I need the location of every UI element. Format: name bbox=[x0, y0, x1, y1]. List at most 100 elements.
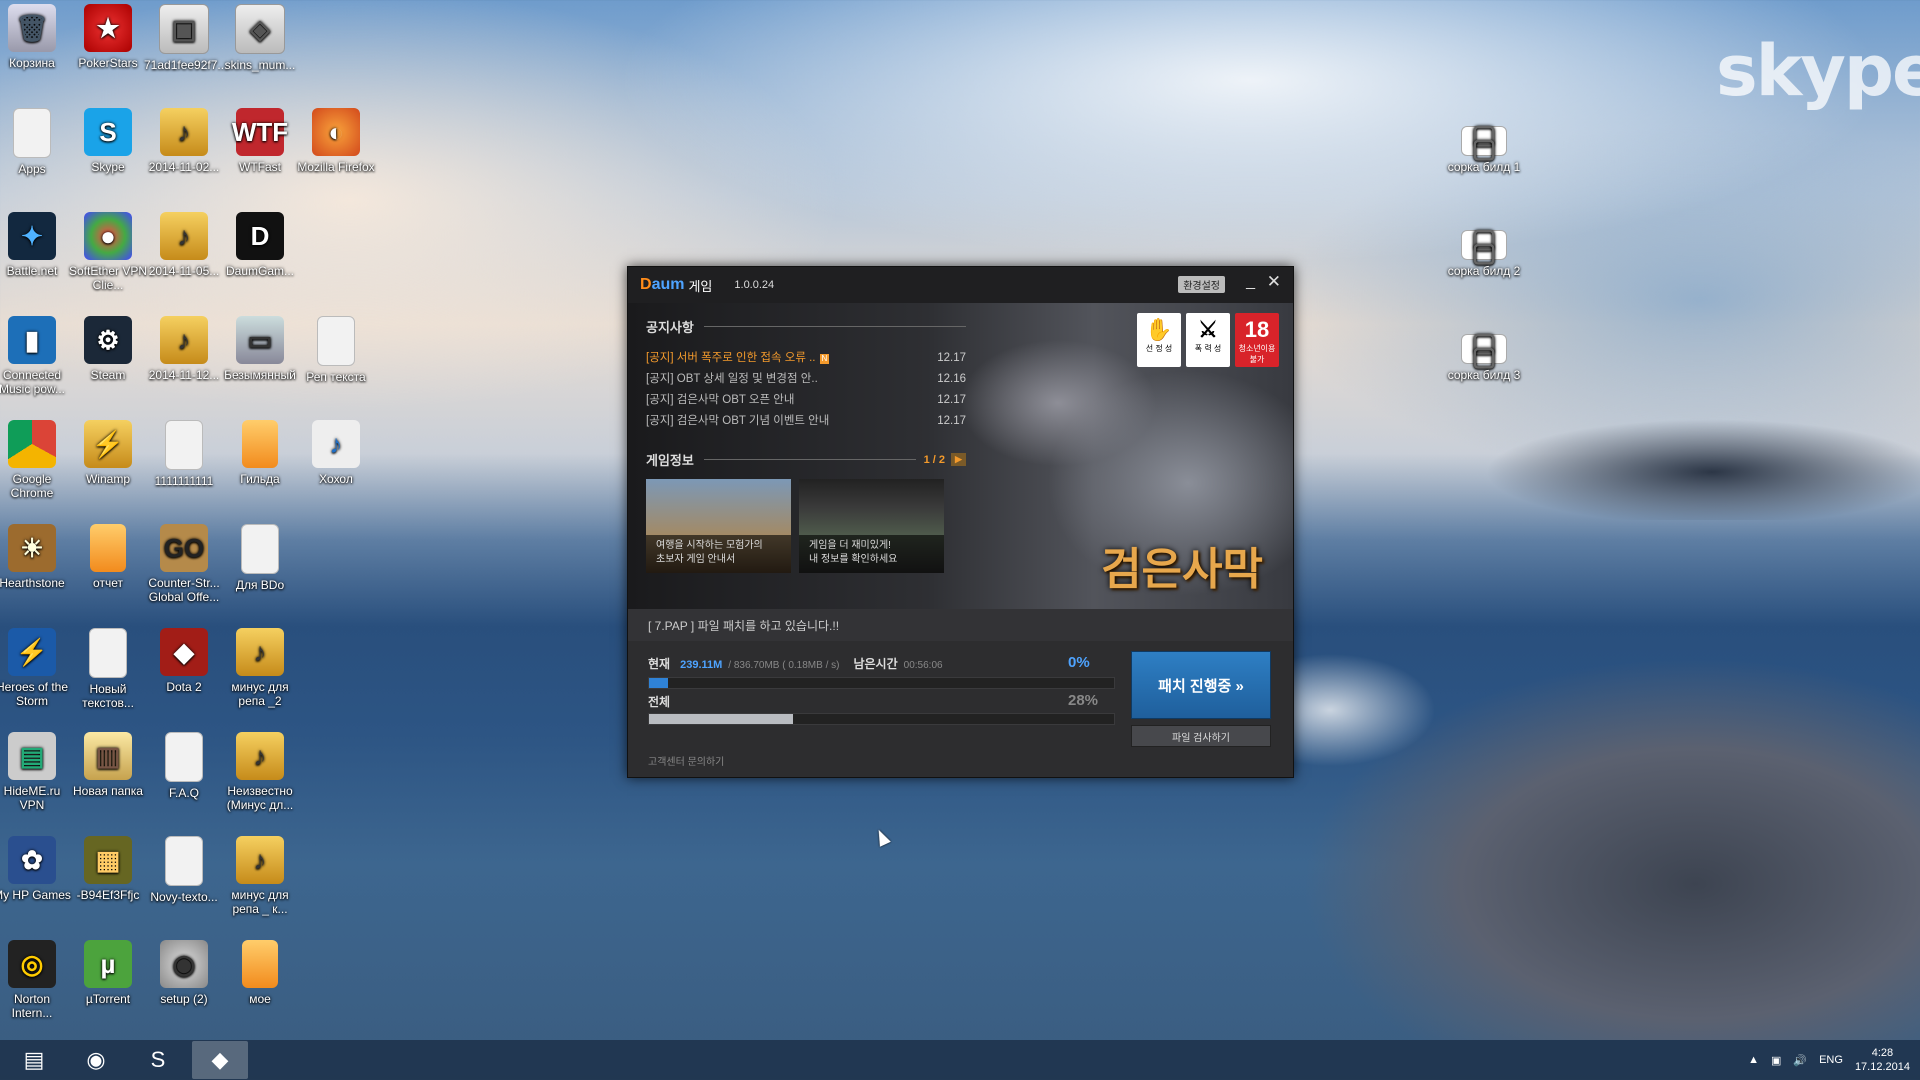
notice-item[interactable]: [공지] 검은사막 OBT 오픈 안내 12.17 bbox=[646, 390, 966, 411]
desktop-icon[interactable]: ✦ Battle.net bbox=[0, 212, 72, 278]
page-indicator: 1 / 2 bbox=[923, 453, 945, 466]
chrome-taskbar-icon[interactable]: ◉ bbox=[68, 1041, 124, 1079]
my-info-thumbnail[interactable]: 게임을 더 재미있게! 내 정보를 확인하세요 bbox=[799, 479, 944, 573]
desktop-icon[interactable]: ♪ 2014-11-12... bbox=[144, 316, 224, 382]
skype-icon: S bbox=[84, 108, 132, 156]
desktop-icon[interactable]: ♪ минус для репа _ к... bbox=[220, 836, 300, 916]
desktop-icon-label: Dota 2 bbox=[166, 680, 202, 694]
desktop-icon[interactable]: ⚡ Heroes of the Storm bbox=[0, 628, 72, 708]
beginner-guide-thumbnail[interactable]: 여행을 시작하는 모험가의 초보자 게임 안내서 bbox=[646, 479, 791, 573]
app-name: 게임 bbox=[688, 278, 713, 294]
clock[interactable]: 4:28 17.12.2014 bbox=[1855, 1046, 1910, 1074]
customer-support-link[interactable]: 고객센터 문의하기 bbox=[648, 753, 724, 768]
notice-item[interactable]: [공지] 검은사막 OBT 기념 이벤트 안내 12.17 bbox=[646, 411, 966, 432]
picture-file-icon: ▭ bbox=[236, 316, 284, 364]
desktop-icon-label: Безымянный bbox=[224, 368, 296, 382]
battlenet-icon: ✦ bbox=[8, 212, 56, 260]
desktop-icon[interactable]: Apps bbox=[0, 108, 72, 176]
wallpaper-island bbox=[1400, 400, 1920, 520]
tray-overflow-icon[interactable]: ▲ bbox=[1748, 1054, 1759, 1066]
desktop-icon[interactable]: S Skype bbox=[68, 108, 148, 174]
notice-title: [공지] 검은사막 OBT 오픈 안내 bbox=[646, 394, 795, 406]
desktop-icon-label: 1111111111 bbox=[154, 474, 214, 488]
remaining-time: 00:56:06 bbox=[903, 660, 943, 671]
winamp-icon: ⚡ bbox=[84, 420, 132, 468]
desktop-icon[interactable]: ♪ минус для репа _2 bbox=[220, 628, 300, 708]
current-detail: / 836.70MB ( 0.18MB / s) bbox=[728, 660, 840, 671]
desktop-icon-label: Неизвестно (Минус дл... bbox=[226, 784, 294, 812]
patch-progress-button[interactable]: 패치 진행중 » bbox=[1131, 651, 1271, 719]
desktop-icon[interactable]: ⚙ Steam bbox=[68, 316, 148, 382]
desktop-icon[interactable]: ◈ skins_mum... bbox=[220, 4, 300, 72]
current-progress-row: 현재 239.11M / 836.70MB ( 0.18MB / s) 남은시간… bbox=[648, 654, 1090, 671]
desktop-icon[interactable]: ★ PokerStars bbox=[68, 4, 148, 70]
close-button[interactable]: ✕ bbox=[1267, 272, 1281, 292]
desktop-icon[interactable]: ▭ Безымянный bbox=[220, 316, 300, 382]
desktop-icon-label: Connected Music pow... bbox=[0, 368, 66, 396]
taskbar: ▤ ◉ S ◆ ▲ ▣ 🔊 ENG 4:28 17.12.2014 bbox=[0, 1040, 1920, 1080]
desktop-icon-label: PokerStars bbox=[78, 56, 138, 70]
desktop-icon[interactable]: Novy-texto... bbox=[144, 836, 224, 904]
desktop-icon-label: µTorrent bbox=[85, 992, 131, 1006]
folder-icon: ▥ bbox=[84, 732, 132, 780]
desktop-icon-label: 2014-11-05... bbox=[148, 264, 220, 278]
desktop-icon[interactable]: ⚡ Winamp bbox=[68, 420, 148, 486]
desktop-icon-label: -B94Ef3Ffjc bbox=[76, 888, 140, 902]
desktop-icon[interactable]: ♪ Хохол bbox=[296, 420, 376, 486]
file-explorer-icon[interactable]: ▤ bbox=[6, 1041, 62, 1079]
desktop-icon[interactable]: Google Chrome bbox=[0, 420, 72, 500]
next-page-button[interactable]: ▶ bbox=[951, 453, 966, 466]
desktop-icon[interactable]: ▮ Connected Music pow... bbox=[0, 316, 72, 396]
notice-item[interactable]: [공지] OBT 상세 일정 및 변경점 안.. 12.16 bbox=[646, 369, 966, 390]
desktop-icon[interactable]: Реп текста bbox=[296, 316, 376, 384]
total-progress-row: 전체 28% bbox=[648, 692, 1099, 709]
minimize-button[interactable]: _ bbox=[1246, 273, 1255, 291]
network-icon[interactable]: ▣ bbox=[1771, 1054, 1781, 1067]
winamp-file-icon: ♪ bbox=[236, 628, 284, 676]
desktop-icon[interactable]: отчет bbox=[68, 524, 148, 590]
settings-button[interactable]: 환경설정 bbox=[1178, 276, 1225, 293]
desktop-icon[interactable]: ▦ -B94Ef3Ffjc bbox=[68, 836, 148, 902]
desktop-icon[interactable]: µ µTorrent bbox=[68, 940, 148, 1006]
desktop-icon[interactable]: Для BDo bbox=[220, 524, 300, 592]
desktop-icon[interactable]: ◉ setup (2) bbox=[144, 940, 224, 1006]
desktop-icon[interactable]: GO Counter-Str... Global Offe... bbox=[144, 524, 224, 604]
desktop-icon[interactable]: ♪ 2014-11-02... bbox=[144, 108, 224, 174]
notice-item[interactable]: [공지] 서버 폭주로 인한 접속 오류 .. N 12.17 bbox=[646, 348, 966, 369]
desktop-icon[interactable]: ▥ Новая папка bbox=[68, 732, 148, 798]
desktop-icon[interactable]: 🗑 Корзина bbox=[0, 4, 72, 70]
desktop-icon[interactable]: мое bbox=[220, 940, 300, 1006]
black-desert-launcher-taskbar-icon[interactable]: ◆ bbox=[192, 1041, 248, 1079]
desktop-icon[interactable]: ◆ Dota 2 bbox=[144, 628, 224, 694]
desktop-icon-label: Для BDo bbox=[235, 578, 285, 592]
image-file-icon: ▣ bbox=[159, 4, 209, 54]
title-bar[interactable]: Daum 게임 1.0.0.24 환경설정 _ ✕ bbox=[628, 267, 1293, 303]
firefox-icon: ◐ bbox=[312, 108, 360, 156]
desktop-icon[interactable]: ♪ Неизвестно (Минус дл... bbox=[220, 732, 300, 812]
violence-rating-icon: ⚔ 폭 력 성 bbox=[1186, 313, 1230, 367]
desktop-icon[interactable]: Гильда bbox=[220, 420, 300, 486]
desktop-icon[interactable]: ☀ Hearthstone bbox=[0, 524, 72, 590]
desktop-icon[interactable]: ● SoftEther VPN Clie... bbox=[68, 212, 148, 292]
desktop-icon[interactable]: ▤ HideME.ru VPN bbox=[0, 732, 72, 812]
volume-icon[interactable]: 🔊 bbox=[1793, 1054, 1807, 1067]
desktop-icon[interactable]: ▣ 71ad1fee92f7... bbox=[144, 4, 227, 72]
desktop-icon[interactable]: 1111111111 bbox=[144, 420, 224, 488]
notice-heading: 공지사항 bbox=[646, 317, 966, 336]
language-indicator[interactable]: ENG bbox=[1819, 1054, 1843, 1066]
desktop-icon-label: 2014-11-12... bbox=[148, 368, 220, 382]
desktop-icon[interactable]: F.A.Q bbox=[144, 732, 224, 800]
desktop-icon[interactable]: ✿ My HP Games bbox=[0, 836, 72, 902]
desktop-icon[interactable]: ▢ ▢ сорка билд 1 bbox=[1444, 121, 1524, 174]
desktop-icon[interactable]: ◎ Norton Intern... bbox=[0, 940, 72, 1020]
skype-taskbar-icon[interactable]: S bbox=[130, 1041, 186, 1079]
desktop-icon[interactable]: ▢ ▢ сорка билд 3 bbox=[1444, 329, 1524, 382]
patch-status-text: [ 7.PAP ] 파일 패치를 하고 있습니다.!! bbox=[628, 609, 1293, 641]
file-check-button[interactable]: 파일 검사하기 bbox=[1131, 725, 1271, 747]
desktop-icon[interactable]: ♪ 2014-11-05... bbox=[144, 212, 224, 278]
desktop-icon[interactable]: WTF WTFast bbox=[220, 108, 300, 174]
desktop-icon[interactable]: ▢ ▢ сорка билд 2 bbox=[1444, 225, 1524, 278]
desktop-icon[interactable]: ◐ Mozilla Firefox bbox=[296, 108, 376, 174]
desktop-icon[interactable]: D DaumGam... bbox=[220, 212, 300, 278]
desktop-icon[interactable]: Новый текстов... bbox=[68, 628, 148, 710]
